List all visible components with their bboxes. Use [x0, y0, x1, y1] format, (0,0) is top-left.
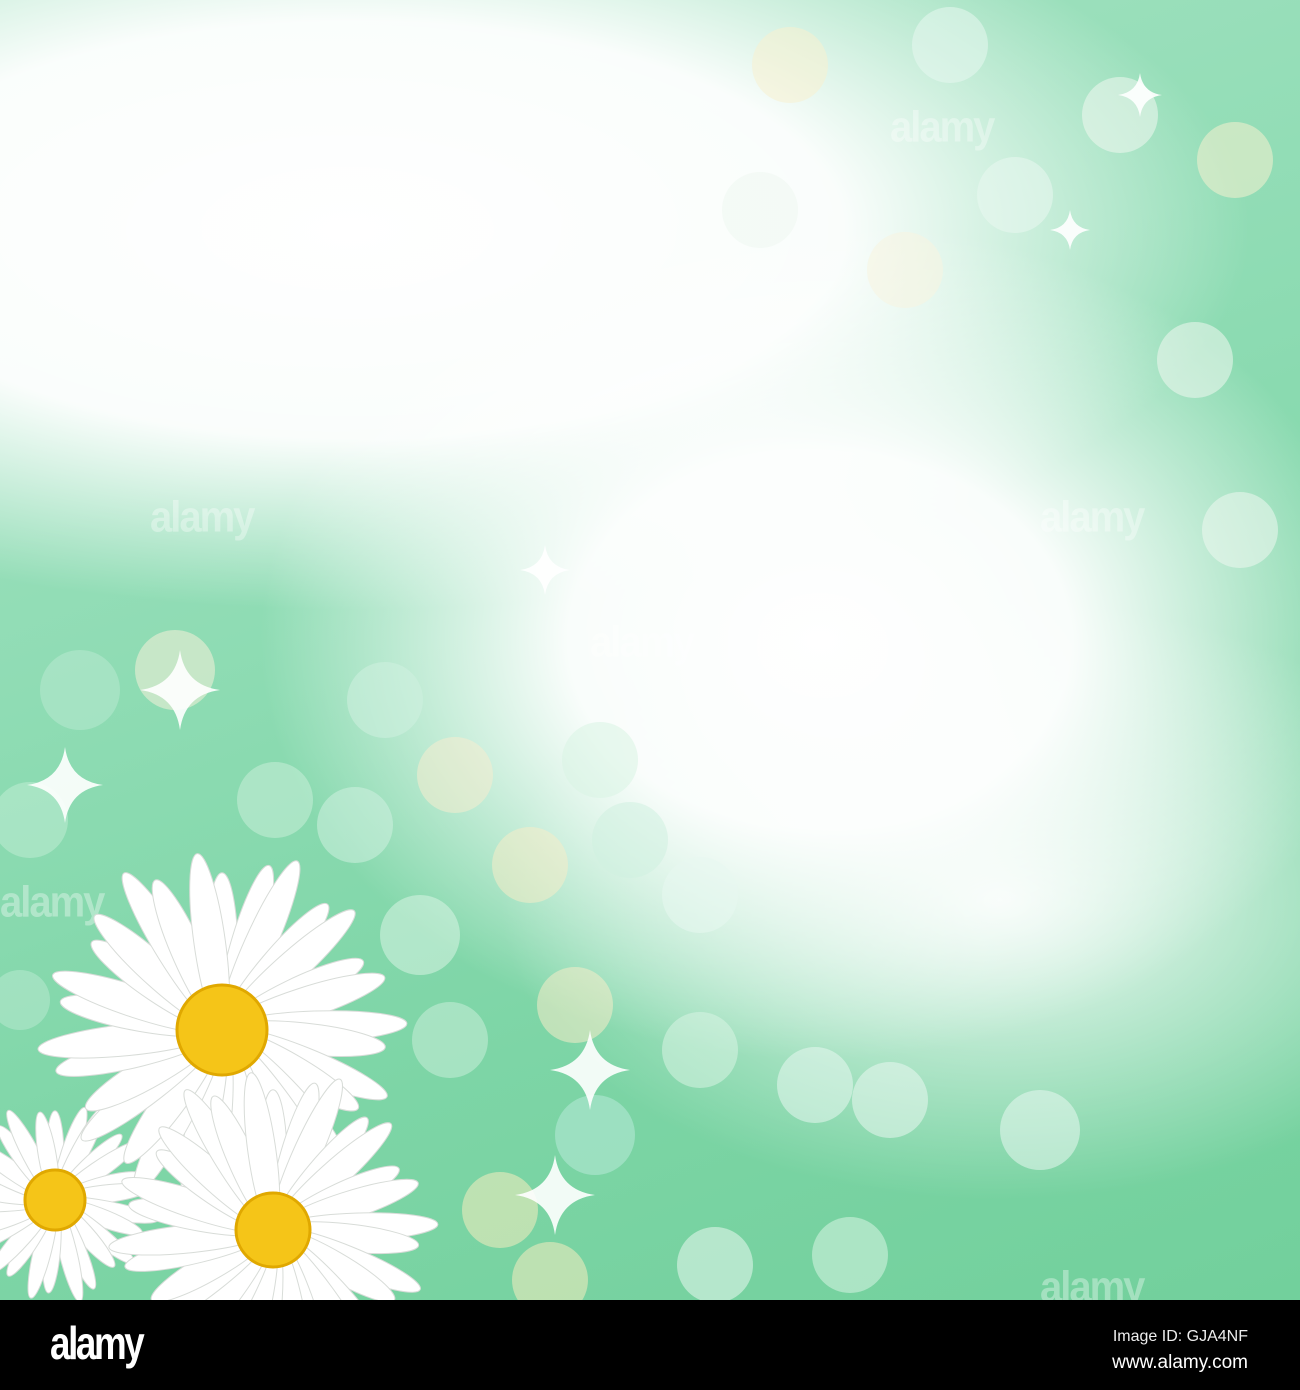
- daisies: [0, 853, 439, 1300]
- site-url[interactable]: www.alamy.com: [1112, 1352, 1248, 1374]
- daisy-center: [23, 1168, 87, 1232]
- alamy-logo: alamy: [50, 1317, 145, 1369]
- image-id: Image ID: GJA4NF: [1112, 1328, 1248, 1345]
- daisy-center: [175, 983, 269, 1077]
- footer-bar: alamy Image ID: GJA4NF www.alamy.com: [0, 1300, 1300, 1390]
- daisy-bokeh-illustration: alamy alamy alamy alamy alamy alamy: [0, 0, 1300, 1311]
- daisy-center: [234, 1191, 312, 1269]
